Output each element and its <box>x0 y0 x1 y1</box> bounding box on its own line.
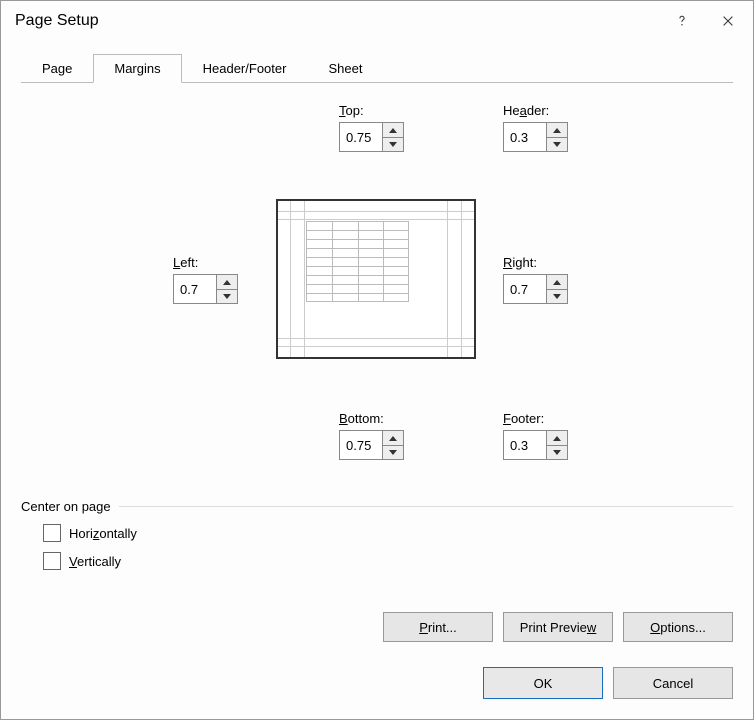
header-spin-up[interactable] <box>547 123 567 137</box>
center-on-page-label: Center on page <box>21 499 119 514</box>
bottom-spinbox[interactable] <box>339 430 404 460</box>
horizontally-row[interactable]: Horizontally <box>43 524 733 542</box>
vertically-row[interactable]: Vertically <box>43 552 733 570</box>
ok-button[interactable]: OK <box>483 667 603 699</box>
bottom-label: Bottom: <box>339 411 404 426</box>
right-spin-down[interactable] <box>547 289 567 303</box>
bottom-spin-down[interactable] <box>383 445 403 459</box>
print-preview-button[interactable]: Print Preview <box>503 612 613 642</box>
dialog-title: Page Setup <box>15 12 659 30</box>
page-preview <box>276 199 476 359</box>
top-spinbox[interactable] <box>339 122 404 152</box>
footer-spin-down[interactable] <box>547 445 567 459</box>
footer-spinbox[interactable] <box>503 430 568 460</box>
header-spinbox[interactable] <box>503 122 568 152</box>
tab-margins[interactable]: Margins <box>93 54 181 83</box>
left-spinbox[interactable] <box>173 274 238 304</box>
footer-input[interactable] <box>504 431 546 459</box>
vertically-checkbox[interactable] <box>43 552 61 570</box>
left-spin-down[interactable] <box>217 289 237 303</box>
right-spinbox[interactable] <box>503 274 568 304</box>
right-input[interactable] <box>504 275 546 303</box>
tabstrip: Page Margins Header/Footer Sheet <box>21 53 733 83</box>
right-spin-up[interactable] <box>547 275 567 289</box>
footer-label: Footer: <box>503 411 568 426</box>
right-label: Right: <box>503 255 568 270</box>
titlebar: Page Setup <box>1 1 753 41</box>
horizontally-label: Horizontally <box>69 526 137 541</box>
top-spin-down[interactable] <box>383 137 403 151</box>
left-label: Left: <box>173 255 238 270</box>
cancel-button[interactable]: Cancel <box>613 667 733 699</box>
left-spin-up[interactable] <box>217 275 237 289</box>
top-label: Top: <box>339 103 404 118</box>
top-spin-up[interactable] <box>383 123 403 137</box>
header-input[interactable] <box>504 123 546 151</box>
left-input[interactable] <box>174 275 216 303</box>
horizontally-checkbox[interactable] <box>43 524 61 542</box>
bottom-input[interactable] <box>340 431 382 459</box>
footer-spin-up[interactable] <box>547 431 567 445</box>
bottom-spin-up[interactable] <box>383 431 403 445</box>
options-button[interactable]: Options... <box>623 612 733 642</box>
help-button[interactable] <box>659 6 705 36</box>
tab-sheet[interactable]: Sheet <box>307 54 383 83</box>
header-label: Header: <box>503 103 568 118</box>
tab-page[interactable]: Page <box>21 54 93 83</box>
print-button[interactable]: Print... <box>383 612 493 642</box>
close-button[interactable] <box>705 6 751 36</box>
tab-header-footer[interactable]: Header/Footer <box>182 54 308 83</box>
margins-panel: Top: Header: <box>21 103 733 493</box>
center-on-page-group: Center on page <box>21 499 733 514</box>
header-spin-down[interactable] <box>547 137 567 151</box>
vertically-label: Vertically <box>69 554 121 569</box>
page-setup-dialog: Page Setup Page Margins Header/Footer Sh… <box>0 0 754 720</box>
top-input[interactable] <box>340 123 382 151</box>
